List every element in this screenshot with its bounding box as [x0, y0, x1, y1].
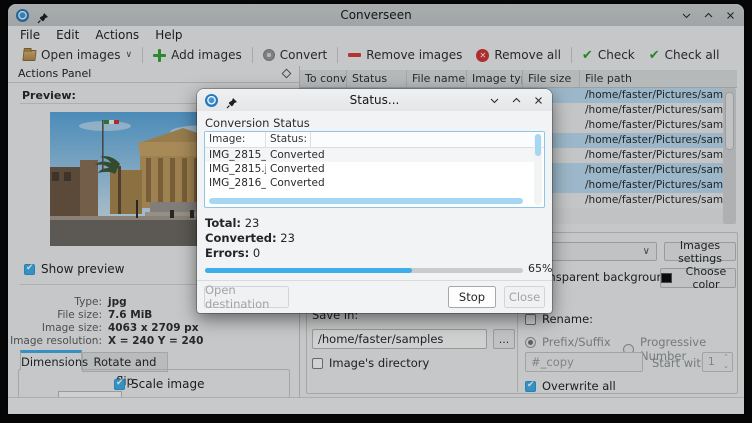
tab-dimensions[interactable]: Dimensions [20, 350, 82, 370]
save-path-field[interactable]: /home/faster/samples [312, 329, 487, 349]
dock-float-icon[interactable] [282, 69, 292, 79]
choose-color-button[interactable]: Choose color [660, 268, 736, 288]
table-scrollbar[interactable] [723, 88, 736, 224]
checkbox-icon [24, 264, 35, 275]
checkbox-icon [525, 314, 536, 325]
convert-icon [263, 49, 275, 61]
info-row: Image size: 4063 x 2709 px [8, 322, 300, 335]
menu-item[interactable]: Actions [87, 26, 147, 44]
pin-icon [37, 9, 49, 21]
pin-icon [226, 94, 238, 106]
menu-item[interactable]: File [12, 26, 48, 44]
progress-percent: 65% [528, 262, 552, 275]
browse-button[interactable]: ... [493, 329, 515, 349]
menu-item[interactable]: Edit [48, 26, 87, 44]
toolbar-separator [252, 47, 253, 63]
checkbox-icon [312, 358, 323, 369]
start-with-spinner[interactable]: 1 ⌃⌄ [702, 352, 733, 372]
header-status[interactable]: Status [347, 70, 407, 87]
conversion-status-title: Conversion Status [205, 116, 310, 130]
status-bar [8, 397, 744, 413]
total-stat: Total: 23 [205, 216, 259, 230]
add-images-button[interactable]: Add images [146, 45, 249, 65]
conversion-row[interactable]: IMG_2815_copy. Converted [205, 148, 534, 162]
overwrite-all-checkbox[interactable]: Overwrite all [525, 379, 616, 393]
remove-images-button[interactable]: Remove images [341, 45, 469, 65]
images-directory-checkbox[interactable]: Image's directory [312, 356, 429, 370]
add-plus-icon [153, 49, 166, 62]
scrollbar-handle[interactable] [725, 92, 734, 150]
toolbar: Open images Add images Convert Remove im… [8, 44, 744, 66]
checkbox-icon [114, 379, 125, 390]
files-table-header: To convert Status File name Image type F… [300, 70, 737, 88]
check-all-icon [649, 49, 660, 62]
check-button[interactable]: Check [575, 45, 642, 65]
preview-label: Preview: [22, 89, 76, 102]
conversion-table-body: IMG_2815_copy. Converted IMG_2815.jpg Co… [205, 148, 534, 190]
close-button[interactable]: Close [504, 286, 545, 308]
spinner-arrows-icon[interactable]: ⌃⌄ [723, 353, 729, 371]
remove-all-button[interactable]: Remove all [469, 45, 568, 65]
color-swatch [661, 273, 672, 283]
scale-image-checkbox[interactable]: Scale image [114, 377, 204, 391]
conversion-row[interactable]: IMG_2816_copy. Converted [205, 176, 534, 190]
progress-bar [205, 268, 523, 273]
scrollbar-handle[interactable] [209, 198, 523, 204]
header-to-convert[interactable]: To convert [300, 70, 347, 87]
header-file-path[interactable]: File path [580, 70, 737, 87]
converseen-app-icon [205, 94, 218, 107]
menu-item[interactable]: Help [147, 26, 190, 44]
dialog-titlebar[interactable]: Status... [197, 89, 552, 111]
window-title: Converseen [8, 8, 744, 22]
errors-stat: Errors: 0 [205, 246, 260, 260]
header-file-name[interactable]: File name [407, 70, 467, 87]
header-file-size[interactable]: File size [523, 70, 580, 87]
show-preview-checkbox[interactable]: Show preview [24, 262, 125, 276]
close-icon[interactable] [725, 10, 736, 21]
toolbar-separator [571, 47, 572, 63]
rename-checkbox[interactable]: Rename: [525, 312, 593, 326]
header-image-type[interactable]: Image type [467, 70, 523, 87]
rename-pattern-field[interactable]: #_copy [525, 352, 643, 372]
converseen-app-icon [16, 9, 29, 22]
radio-icon [525, 337, 536, 348]
chevron-down-icon[interactable] [126, 50, 133, 60]
info-row: Image resolution: X = 240 Y = 240 [8, 335, 300, 348]
maximize-icon[interactable] [511, 95, 522, 106]
scrollbar-handle[interactable] [535, 134, 541, 156]
remove-minus-icon [348, 53, 361, 57]
remove-all-icon [476, 49, 489, 62]
status-dialog: Status... Conversion Status Image: Statu… [197, 89, 552, 313]
conversion-table: Image: Status: IMG_2815_copy. Converted … [204, 131, 545, 208]
open-folder-icon [22, 50, 36, 61]
progress-fill [205, 268, 412, 273]
actions-panel-header: Actions Panel [8, 66, 299, 83]
main-titlebar[interactable]: Converseen [8, 4, 744, 26]
conversion-row[interactable]: IMG_2815.jpg Converted [205, 162, 534, 176]
converted-stat: Converted: 23 [205, 231, 295, 245]
minimize-icon[interactable] [489, 95, 500, 106]
menu-bar: FileEditActionsHelp [8, 26, 744, 44]
check-all-button[interactable]: Check all [642, 45, 727, 65]
toolbar-separator [142, 47, 143, 63]
check-icon [582, 49, 593, 62]
header-image[interactable]: Image: [205, 132, 266, 148]
toolbar-separator [337, 47, 338, 63]
dialog-vertical-scrollbar[interactable] [534, 134, 542, 205]
chevron-down-icon: ∨ [643, 246, 650, 257]
open-destination-button[interactable]: Open destination [204, 286, 289, 308]
images-settings-button[interactable]: Images settings [664, 242, 736, 261]
prefix-suffix-radio[interactable]: Prefix/Suffix [525, 335, 611, 349]
open-images-button[interactable]: Open images [16, 45, 139, 65]
stop-button[interactable]: Stop [448, 286, 496, 308]
header-status[interactable]: Status: [266, 132, 311, 148]
dialog-horizontal-scrollbar[interactable] [207, 198, 534, 204]
checkbox-icon [525, 381, 536, 392]
minimize-icon[interactable] [681, 10, 692, 21]
maximize-icon[interactable] [703, 10, 714, 21]
convert-button[interactable]: Convert [256, 45, 334, 65]
close-icon[interactable] [533, 95, 544, 106]
